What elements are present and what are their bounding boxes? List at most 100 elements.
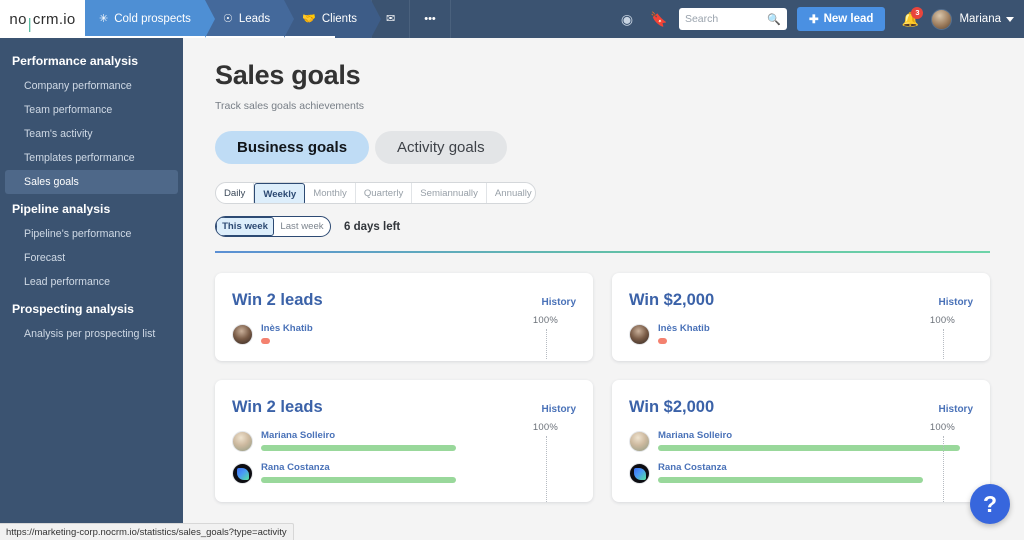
percent-marker-line <box>943 329 944 359</box>
person-body: Rana Costanza <box>261 462 576 483</box>
logo-divider: | <box>27 16 32 33</box>
person-body: Mariana Solleiro <box>261 430 576 451</box>
goal-type-tabs: Business goals Activity goals <box>215 131 992 164</box>
page-title: Sales goals <box>215 60 361 90</box>
progress-bar <box>261 477 457 483</box>
person-name[interactable]: Inès Khatib <box>261 323 576 334</box>
top-navigation-bar: no | crm .io ✳ Cold prospects ☉ Leads 🤝 Cli… <box>0 0 1024 45</box>
notification-badge: 3 <box>911 7 924 19</box>
sidebar-item-pipelines-performance[interactable]: Pipeline's performance <box>0 222 183 246</box>
sidebar-item-company-performance[interactable]: Company performance <box>0 74 183 98</box>
person-row: Mariana Solleiro <box>629 430 973 452</box>
sidebar-item-forecast[interactable]: Forecast <box>0 246 183 270</box>
notifications-button[interactable]: 🔔 3 <box>895 0 925 38</box>
sidebar-item-team-performance[interactable]: Team performance <box>0 98 183 122</box>
sidebar-group-prospecting-analysis: Prospecting analysis Analysis per prospe… <box>0 294 183 346</box>
person-body: Inès Khatib <box>261 323 576 344</box>
period-annually[interactable]: Annually <box>487 183 535 203</box>
user-menu[interactable]: Mariana <box>959 13 1014 25</box>
card-header: Win $2,000 History <box>629 291 973 310</box>
avatar <box>629 324 650 345</box>
ellipsis-icon: ••• <box>424 12 436 25</box>
nav-tab-clients-label: Clients <box>321 13 358 25</box>
card-title: Win 2 leads <box>232 291 323 309</box>
bookmark-icon[interactable]: 🔖 <box>643 0 675 38</box>
card-title: Win 2 leads <box>232 398 323 416</box>
chevron-down-icon <box>1006 16 1014 22</box>
goal-cards-grid: Win 2 leads History 100% Inès Khatib Win… <box>215 273 992 502</box>
target-icon: ☉ <box>222 12 233 25</box>
sidebar-group-title: Performance analysis <box>12 54 139 68</box>
sidebar-group-pipeline-analysis: Pipeline analysis Pipeline's performance… <box>0 194 183 294</box>
progress-bar <box>658 477 923 483</box>
status-bar-url: https://marketing-corp.nocrm.io/statisti… <box>0 523 294 540</box>
sidebar-item-lead-performance[interactable]: Lead performance <box>0 270 183 294</box>
goal-card[interactable]: Win 2 leads History 100% Mariana Solleir… <box>215 380 593 502</box>
help-button[interactable]: ? <box>970 484 1010 524</box>
page-subtitle: Track sales goals achievements <box>215 100 365 112</box>
person-row: Mariana Solleiro <box>232 430 576 452</box>
handshake-icon: 🤝 <box>302 12 316 25</box>
history-link[interactable]: History <box>542 297 576 308</box>
search-input[interactable] <box>684 13 773 25</box>
period-semiannually[interactable]: Semiannually <box>412 183 487 203</box>
nav-tab-more[interactable]: ••• <box>409 0 451 45</box>
nav-tab-leads-label: Leads <box>238 13 271 25</box>
days-left-label: 6 days left <box>344 220 401 233</box>
sidebar-item-analysis-per-prospecting-list[interactable]: Analysis per prospecting list <box>0 322 183 346</box>
history-link[interactable]: History <box>939 404 973 415</box>
person-name[interactable]: Mariana Solleiro <box>658 430 973 441</box>
person-row: Inès Khatib <box>232 323 576 345</box>
card-title: Win $2,000 <box>629 398 715 416</box>
person-name[interactable]: Rana Costanza <box>658 462 973 473</box>
person-name[interactable]: Rana Costanza <box>261 462 576 473</box>
sidebar-item-teams-activity[interactable]: Team's activity <box>0 122 183 146</box>
period-weekly[interactable]: Weekly <box>254 183 306 203</box>
toggle-this-week[interactable]: This week <box>216 217 274 236</box>
top-nav-right-group: ◉ 🔖 🔍 ✚ New lead 🔔 3 Mariana <box>611 0 1024 38</box>
person-name[interactable]: Mariana Solleiro <box>261 430 576 441</box>
card-header: Win $2,000 History <box>629 398 973 417</box>
history-link[interactable]: History <box>542 404 576 415</box>
person-row: Rana Costanza <box>629 462 973 484</box>
avatar[interactable] <box>931 8 953 30</box>
nav-tab-cold-prospects[interactable]: ✳ Cold prospects <box>85 0 215 38</box>
avatar <box>232 431 253 452</box>
logo-part1: no <box>9 10 27 28</box>
envelope-icon: ✉ <box>386 12 396 25</box>
logo-part2: crm <box>32 10 59 28</box>
avatar <box>232 463 253 484</box>
search-box[interactable]: 🔍 <box>678 8 787 30</box>
plus-icon: ✚ <box>808 14 819 26</box>
nav-tab-leads[interactable]: ☉ Leads <box>204 0 295 38</box>
avatar <box>629 463 650 484</box>
goal-card[interactable]: Win 2 leads History 100% Inès Khatib <box>215 273 593 361</box>
tab-activity-goals[interactable]: Activity goals <box>375 131 507 164</box>
week-row: This week Last week 6 days left <box>215 216 992 237</box>
nav-tab-clients[interactable]: 🤝 Clients <box>284 0 381 38</box>
toggle-last-week[interactable]: Last week <box>274 217 330 236</box>
percent-marker-label: 100% <box>929 422 955 433</box>
sidebar-group-title: Prospecting analysis <box>12 302 134 316</box>
period-daily[interactable]: Daily <box>216 183 255 203</box>
goal-card[interactable]: Win $2,000 History 100% Mariana Solleiro… <box>612 380 990 502</box>
person-name[interactable]: Inès Khatib <box>658 323 973 334</box>
tab-business-goals[interactable]: Business goals <box>215 131 370 164</box>
goal-card[interactable]: Win $2,000 History 100% Inès Khatib <box>612 273 990 361</box>
avatar <box>232 324 253 345</box>
period-quarterly[interactable]: Quarterly <box>356 183 413 203</box>
history-link[interactable]: History <box>939 297 973 308</box>
new-lead-button[interactable]: ✚ New lead <box>796 7 886 31</box>
progress-bar <box>658 338 668 344</box>
week-toggle: This week Last week <box>215 216 331 237</box>
period-monthly[interactable]: Monthly <box>305 183 356 203</box>
goal-target-icon[interactable]: ◉ <box>611 0 643 38</box>
main-content: Sales goals Track sales goals achievemen… <box>183 38 1024 540</box>
sidebar-item-templates-performance[interactable]: Templates performance <box>0 146 183 170</box>
app-logo[interactable]: no | crm .io <box>0 0 85 38</box>
username-label: Mariana <box>959 13 1001 25</box>
card-title: Win $2,000 <box>629 291 715 309</box>
sidebar-item-sales-goals[interactable]: Sales goals <box>5 170 178 194</box>
card-header: Win 2 leads History <box>232 398 576 417</box>
percent-marker-label: 100% <box>532 315 558 326</box>
